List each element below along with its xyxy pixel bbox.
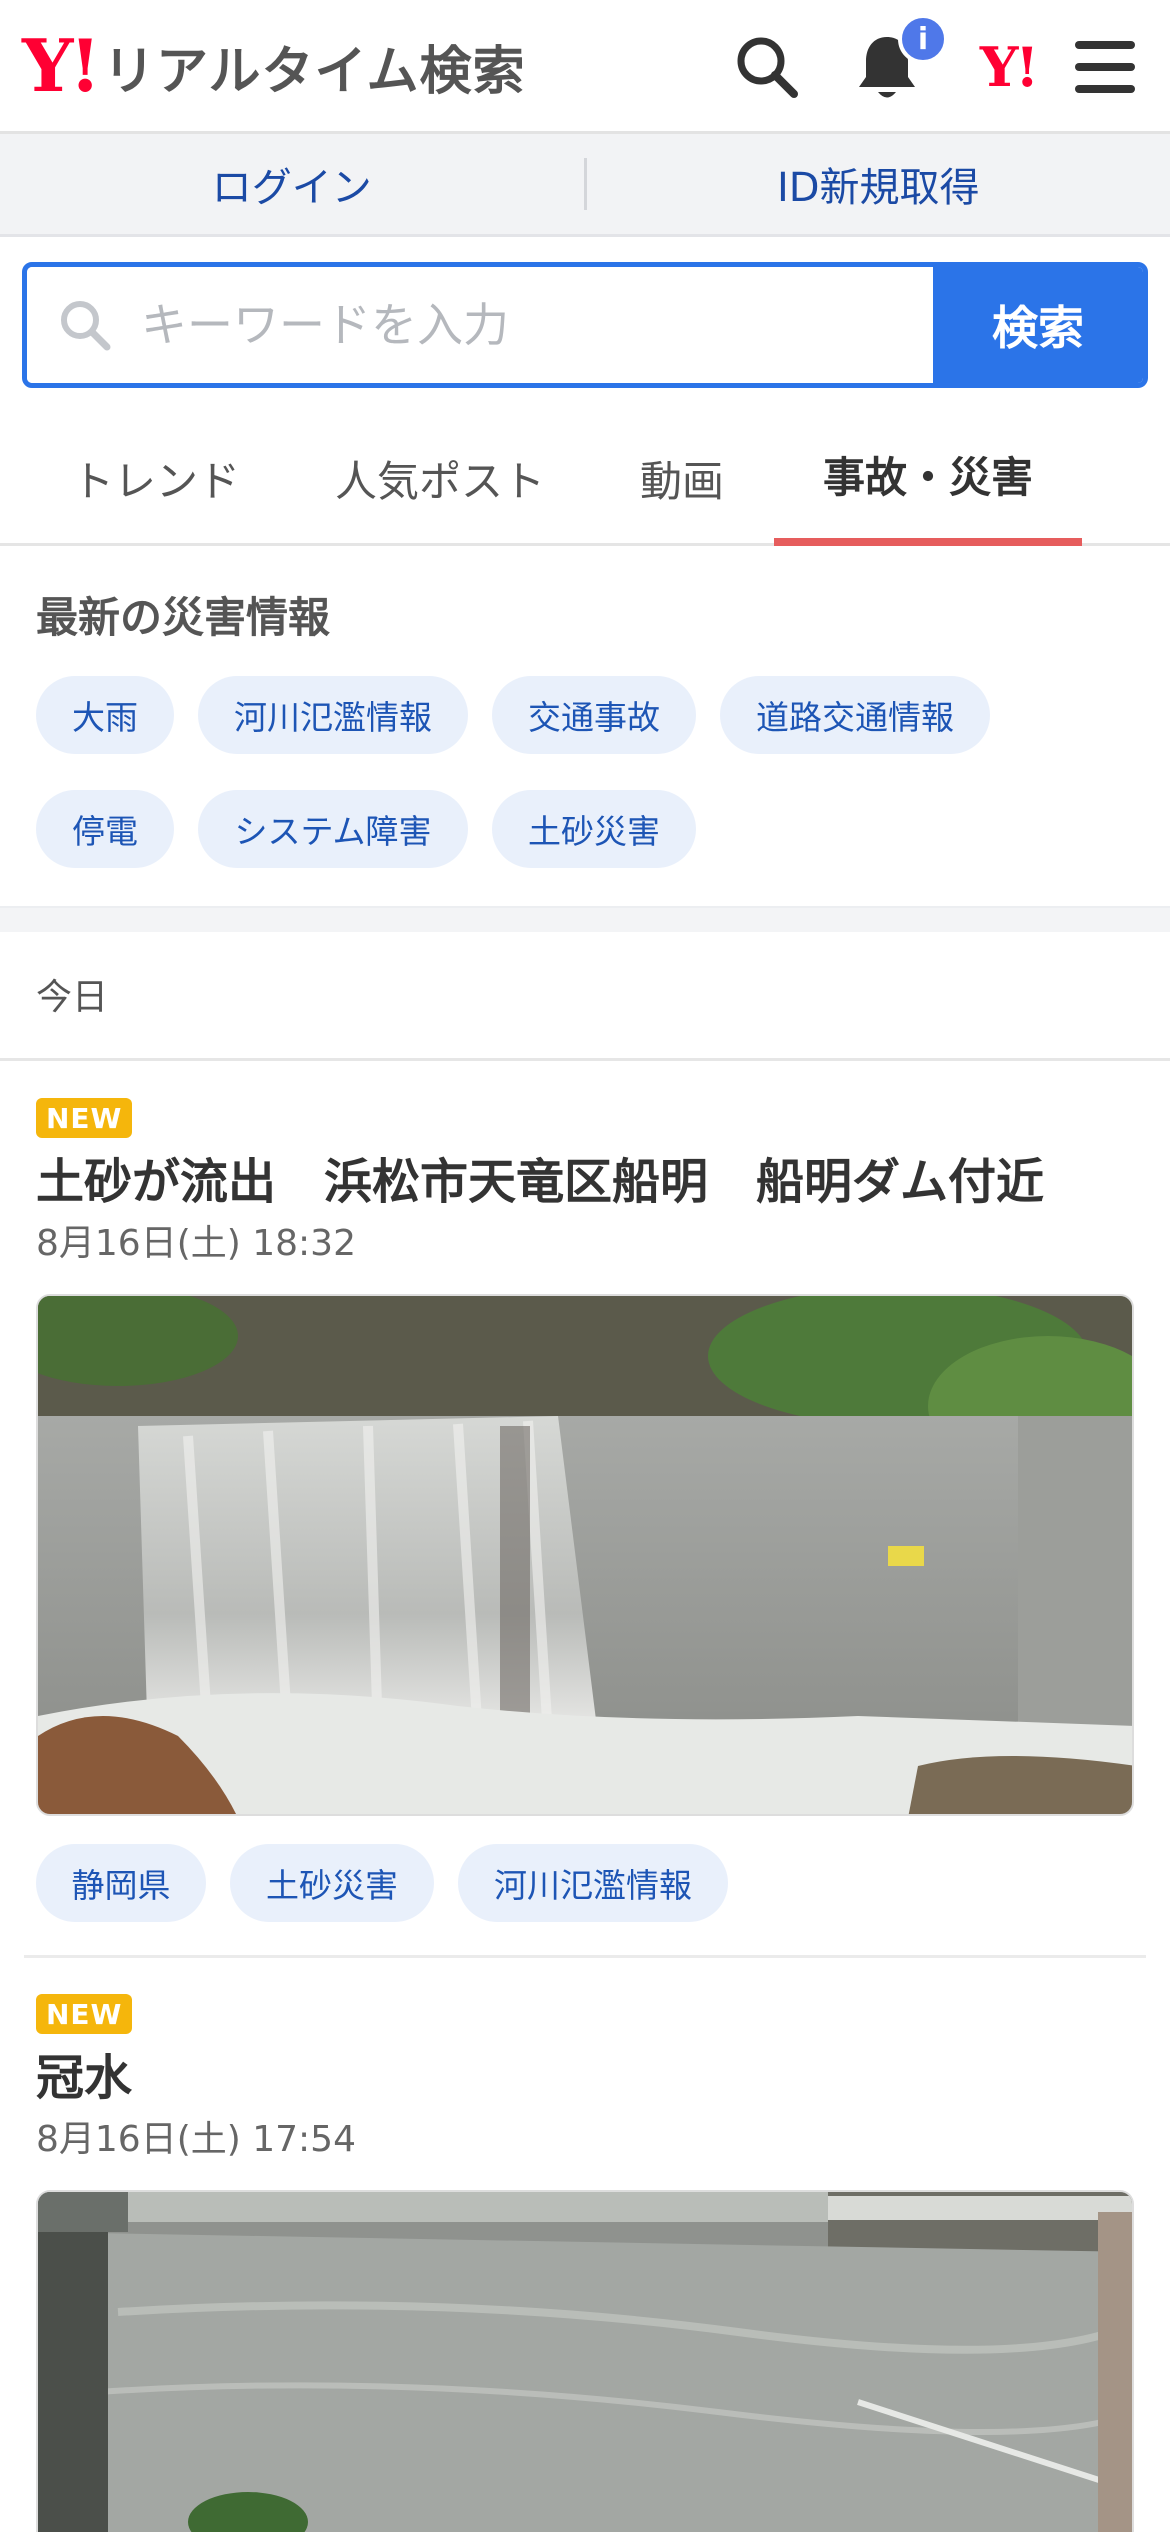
chip-landslide[interactable]: 土砂災害 (492, 790, 696, 868)
search-input-wrap (27, 267, 933, 383)
new-badge: NEW (36, 1994, 133, 2034)
post-time: 8月16日(土) 18:32 (36, 1223, 356, 1264)
chip-system-failure[interactable]: システム障害 (198, 790, 468, 868)
yahoo-logo-mark: Y! (22, 23, 101, 108)
login-link[interactable]: ログイン (0, 134, 584, 234)
search-button[interactable]: 検索 (933, 267, 1143, 383)
post-title[interactable]: 冠水 (36, 2038, 132, 2108)
notification-badge: i (898, 14, 948, 64)
search-box: 検索 (22, 262, 1148, 388)
post-time: 8月16日(土) 17:54 (36, 2119, 356, 2160)
chip-power-outage[interactable]: 停電 (36, 790, 174, 868)
app-title: リアルタイム検索 (103, 41, 526, 102)
chip-river-flood[interactable]: 河川氾濫情報 (198, 676, 468, 754)
search-icon[interactable] (722, 22, 812, 112)
register-link[interactable]: ID新規取得 (587, 134, 1170, 234)
post-title[interactable]: 土砂が流出 浜松市天竜区船明 船明ダム付近 (36, 1142, 1044, 1212)
post-photo-landslide[interactable] (36, 1294, 1134, 1816)
tag-river-flood[interactable]: 河川氾濫情報 (458, 1844, 728, 1922)
tab-videos[interactable]: 動画 (612, 410, 752, 546)
new-badge: NEW (36, 1098, 133, 1138)
tag-landslide[interactable]: 土砂災害 (230, 1844, 434, 1922)
login-bar: ログイン ID新規取得 (0, 134, 1170, 237)
search-input[interactable] (141, 298, 901, 352)
chip-road-traffic[interactable]: 道路交通情報 (720, 676, 990, 754)
app-header: Y! リアルタイム検索 i Y! (0, 0, 1170, 134)
tab-accidents-disasters[interactable]: 事故・災害 (774, 410, 1082, 546)
category-tabs: トレンド 人気ポスト 動画 事故・災害 (0, 410, 1170, 546)
menu-icon[interactable] (1060, 22, 1150, 112)
yahoo-mark: Y! (979, 35, 1039, 99)
tab-trend[interactable]: トレンド (36, 410, 276, 546)
section-gap (0, 906, 1170, 932)
disaster-info-title: 最新の災害情報 (36, 593, 331, 642)
divider (0, 1058, 1170, 1061)
chip-traffic-accident[interactable]: 交通事故 (492, 676, 696, 754)
chip-heavy-rain[interactable]: 大雨 (36, 676, 174, 754)
divider (24, 1955, 1146, 1958)
logo[interactable]: Y! リアルタイム検索 (22, 26, 525, 106)
yahoo-icon[interactable]: Y! (962, 22, 1054, 112)
search-field-icon (61, 301, 111, 351)
tag-shizuoka[interactable]: 静岡県 (36, 1844, 206, 1922)
post-photo-flooding[interactable] (36, 2190, 1134, 2532)
tab-popular-posts[interactable]: 人気ポスト (318, 410, 562, 546)
day-label: 今日 (36, 977, 109, 1018)
